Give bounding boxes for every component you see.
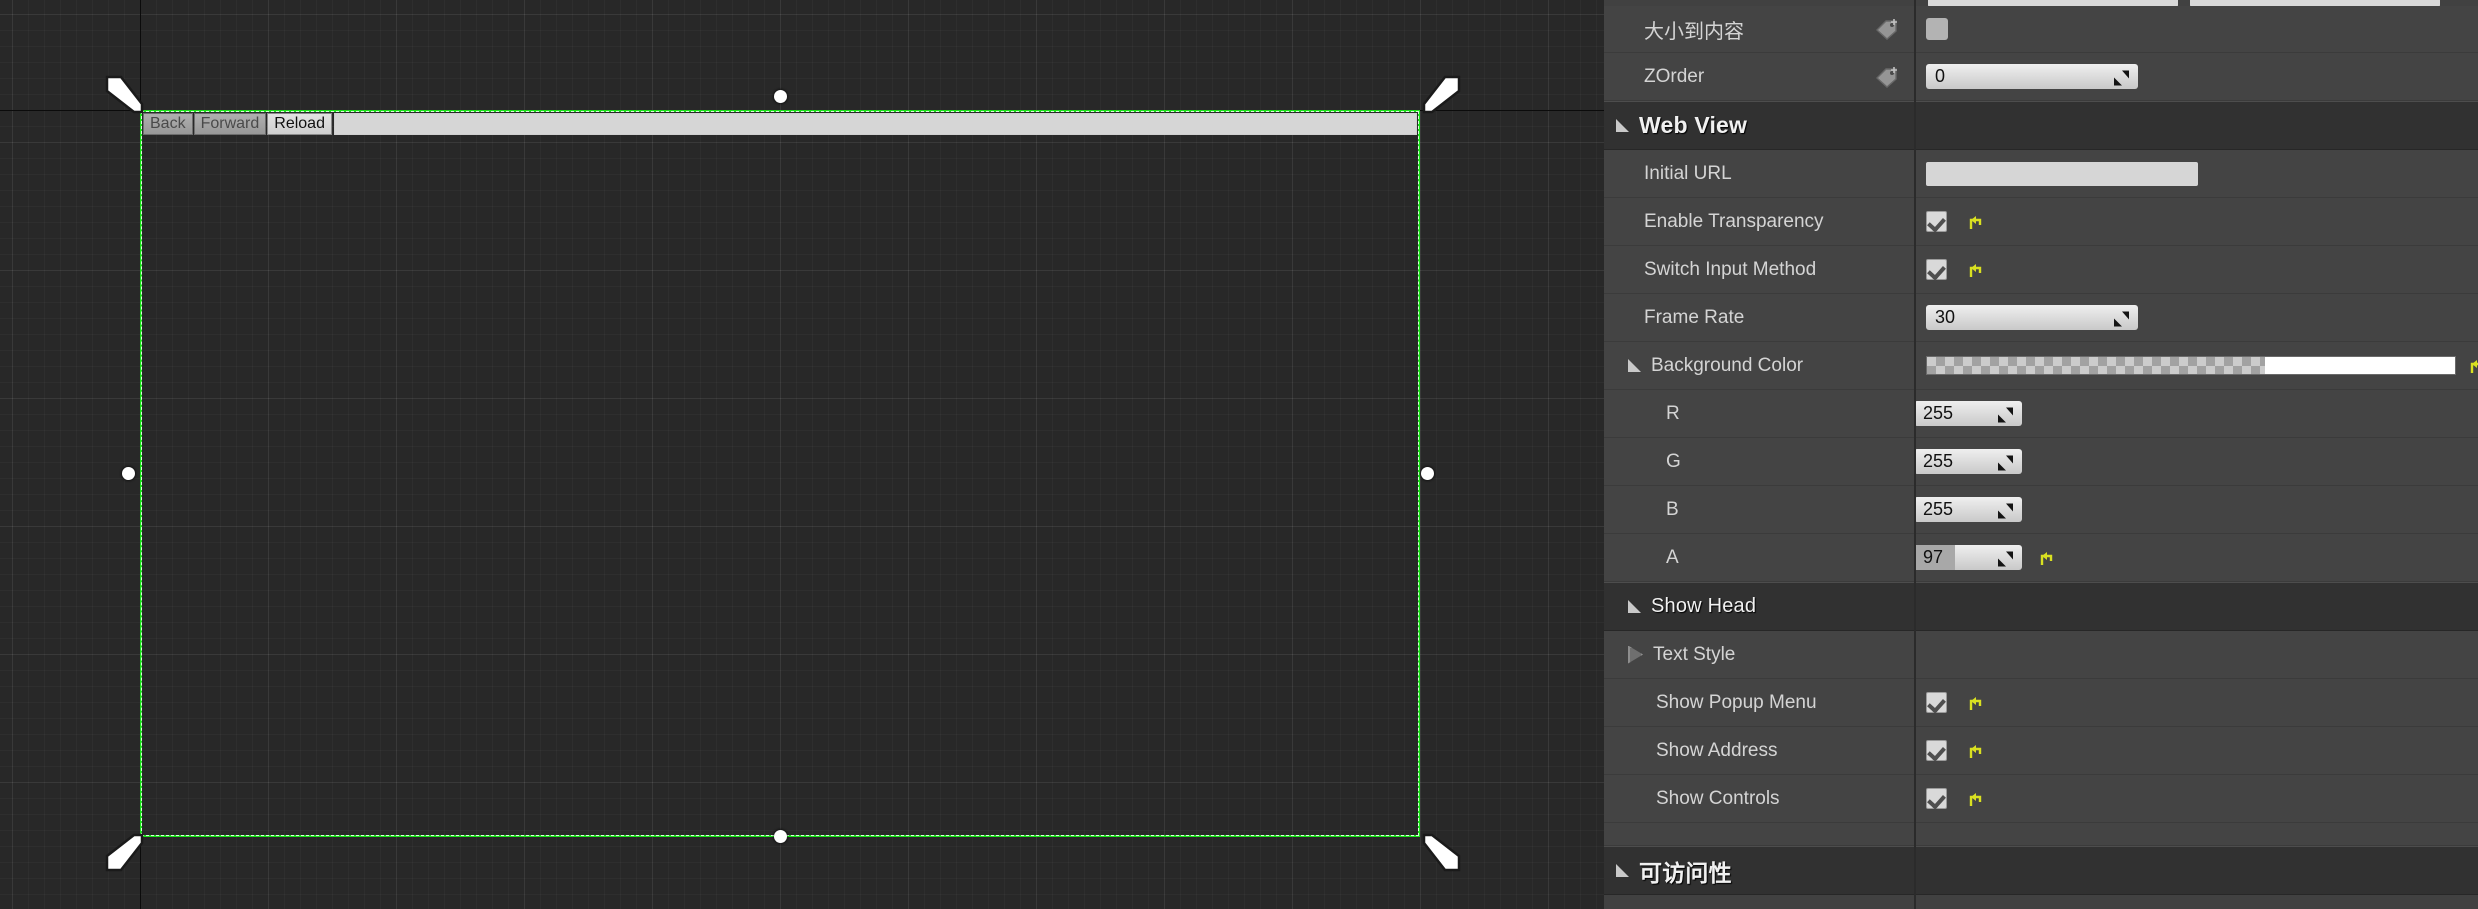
- spinner-arrows-icon[interactable]: [1998, 502, 2013, 518]
- spinner-arrows-icon[interactable]: [2114, 310, 2129, 326]
- property-label: Switch Input Method: [1644, 258, 1817, 280]
- chevron-expanded-icon[interactable]: [1628, 600, 1641, 613]
- property-label: 大小到内容: [1644, 20, 1744, 43]
- web-view-widget[interactable]: Back Forward Reload: [140, 110, 1420, 837]
- color-r-value: 255: [1923, 403, 1954, 423]
- frame-rate-value: 30: [1935, 307, 1956, 327]
- color-solid-preview: [2264, 357, 2455, 374]
- property-row-size-to-content[interactable]: 大小到内容: [1604, 6, 2478, 53]
- reset-to-default-icon[interactable]: [1967, 260, 1985, 279]
- property-row-zorder[interactable]: ZOrder 0: [1604, 53, 2478, 101]
- property-row-show-controls[interactable]: Show Controls: [1604, 775, 2478, 823]
- property-row-color-g[interactable]: G 255: [1604, 438, 2478, 486]
- property-label: Background Color: [1651, 354, 1804, 376]
- reload-button[interactable]: Reload: [267, 113, 332, 135]
- color-b-value: 255: [1923, 499, 1954, 519]
- reset-to-default-icon[interactable]: [1967, 741, 1985, 760]
- property-row-show-address[interactable]: Show Address: [1604, 727, 2478, 775]
- property-row-color-a[interactable]: A 97: [1604, 534, 2478, 582]
- spinner-arrows-icon[interactable]: [2114, 69, 2129, 85]
- property-label: G: [1666, 450, 1681, 472]
- forward-button[interactable]: Forward: [193, 113, 267, 135]
- unreal-umg-editor: Back Forward Reload 大小到内容 ZOrder 0 Web V…: [0, 0, 2478, 909]
- property-row-text-style[interactable]: Text Style: [1604, 631, 2478, 679]
- property-label: Text Style: [1653, 643, 1736, 665]
- background-color-swatch[interactable]: [1926, 356, 2456, 375]
- panel-spacer: [1604, 823, 2478, 846]
- frame-rate-number-field[interactable]: 30: [1926, 305, 2138, 330]
- zorder-number-field[interactable]: 0: [1926, 64, 2138, 89]
- property-row-switch-input-method[interactable]: Switch Input Method: [1604, 246, 2478, 294]
- enable-transparency-checkbox[interactable]: [1926, 211, 1947, 232]
- property-label: Show Popup Menu: [1656, 691, 1817, 713]
- property-row-background-color[interactable]: Background Color: [1604, 342, 2478, 390]
- switch-input-method-checkbox[interactable]: [1926, 259, 1947, 280]
- details-column-divider: [1914, 0, 1916, 909]
- property-row-color-b[interactable]: B 255: [1604, 486, 2478, 534]
- resize-handle-bottom-right[interactable]: [1419, 830, 1465, 876]
- back-button[interactable]: Back: [143, 113, 193, 135]
- size-to-content-checkbox[interactable]: [1926, 18, 1948, 40]
- property-label: Show Address: [1656, 739, 1778, 761]
- property-label: Enable Transparency: [1644, 210, 1824, 232]
- reset-to-default-icon[interactable]: [1967, 693, 1985, 712]
- category-header-web-view[interactable]: Web View: [1604, 101, 2478, 150]
- bindable-tag-icon[interactable]: [1874, 18, 1900, 40]
- show-controls-checkbox[interactable]: [1926, 788, 1947, 809]
- reset-to-default-icon[interactable]: [2038, 548, 2056, 567]
- property-label: Show Controls: [1656, 787, 1780, 809]
- reset-to-default-icon[interactable]: [1967, 212, 1985, 231]
- resize-handle-bottom-middle[interactable]: [774, 830, 787, 843]
- color-g-value: 255: [1923, 451, 1954, 471]
- property-row-initial-url[interactable]: Initial URL: [1604, 150, 2478, 198]
- chevron-expanded-icon[interactable]: [1616, 864, 1629, 877]
- color-a-value: 97: [1923, 547, 1944, 567]
- spinner-arrows-icon[interactable]: [1998, 454, 2013, 470]
- property-row-frame-rate[interactable]: Frame Rate 30: [1604, 294, 2478, 342]
- color-r-number-field[interactable]: 255: [1914, 401, 2022, 426]
- chevron-expanded-icon[interactable]: [1628, 359, 1641, 372]
- category-title: 可访问性: [1639, 859, 1732, 886]
- property-row-enable-transparency[interactable]: Enable Transparency: [1604, 198, 2478, 246]
- property-row-show-popup-menu[interactable]: Show Popup Menu: [1604, 679, 2478, 727]
- property-label: Frame Rate: [1644, 306, 1745, 328]
- spinner-arrows-icon[interactable]: [1998, 550, 2013, 566]
- show-popup-menu-checkbox[interactable]: [1926, 692, 1947, 713]
- category-header-show-head[interactable]: Show Head: [1604, 582, 2478, 631]
- resize-handle-left-middle[interactable]: [122, 467, 135, 480]
- reset-to-default-icon[interactable]: [2468, 356, 2478, 375]
- property-label: R: [1666, 402, 1680, 424]
- details-panel[interactable]: 大小到内容 ZOrder 0 Web View Initial URL Enab…: [1604, 0, 2478, 909]
- property-label: B: [1666, 498, 1679, 520]
- color-a-number-field[interactable]: 97: [1914, 545, 2022, 570]
- color-g-number-field[interactable]: 255: [1914, 449, 2022, 474]
- category-title: Show Head: [1651, 595, 1757, 617]
- chevron-collapsed-icon[interactable]: [1628, 645, 1643, 664]
- resize-handle-top-middle[interactable]: [774, 90, 787, 103]
- category-title: Web View: [1639, 112, 1748, 138]
- category-header-accessibility[interactable]: 可访问性: [1604, 846, 2478, 895]
- property-row-color-r[interactable]: R 255: [1604, 390, 2478, 438]
- bindable-tag-icon[interactable]: [1874, 66, 1900, 88]
- spinner-arrows-icon[interactable]: [1998, 406, 2013, 422]
- property-label: A: [1666, 546, 1679, 568]
- zorder-value: 0: [1935, 66, 1946, 86]
- initial-url-input[interactable]: [1926, 161, 2198, 186]
- color-b-number-field[interactable]: 255: [1914, 497, 2022, 522]
- resize-handle-right-middle[interactable]: [1421, 467, 1434, 480]
- show-address-checkbox[interactable]: [1926, 740, 1947, 761]
- property-label: Initial URL: [1644, 162, 1732, 184]
- chevron-expanded-icon[interactable]: [1616, 119, 1629, 132]
- address-input[interactable]: [333, 113, 1417, 135]
- browser-head-bar: Back Forward Reload: [142, 112, 1418, 136]
- reset-to-default-icon[interactable]: [1967, 789, 1985, 808]
- property-label: ZOrder: [1644, 65, 1705, 87]
- umg-designer-canvas[interactable]: Back Forward Reload: [0, 0, 1604, 909]
